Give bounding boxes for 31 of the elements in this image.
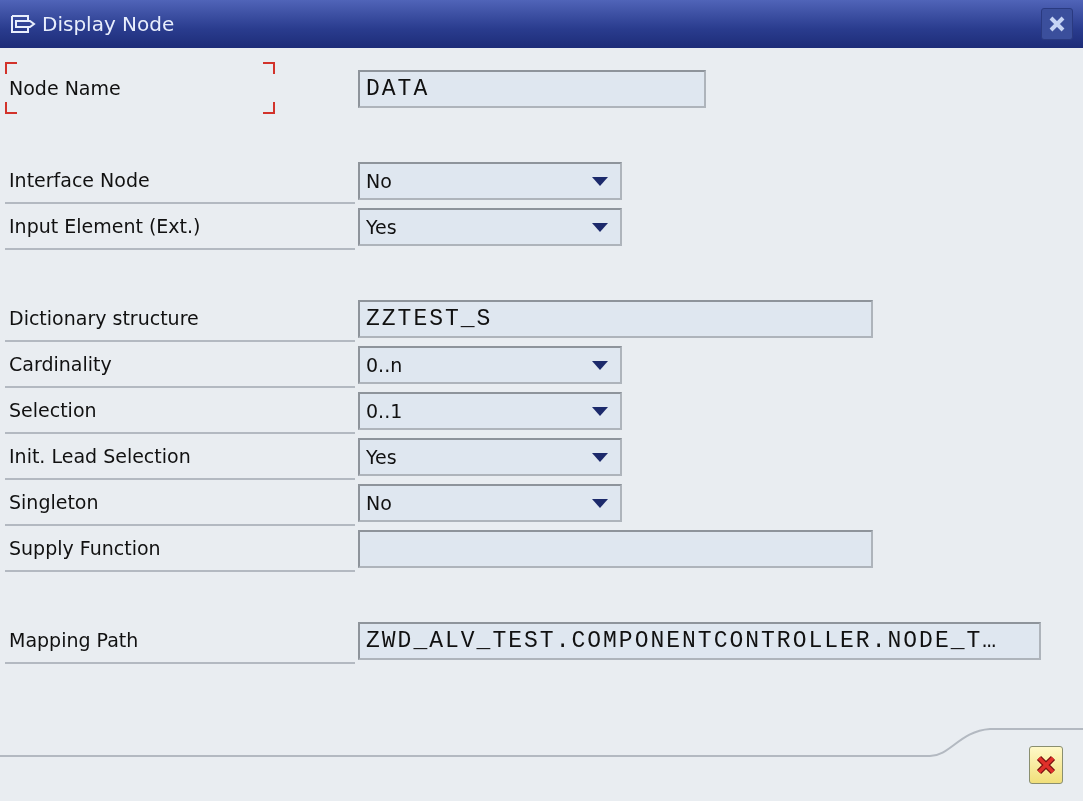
- caret-icon: [592, 176, 608, 186]
- dropdown-field[interactable]: 0..1: [358, 392, 622, 430]
- caret-icon: [592, 452, 608, 462]
- close-button[interactable]: [1041, 8, 1073, 40]
- caret-icon: [592, 498, 608, 508]
- dropdown-field[interactable]: No: [358, 484, 622, 522]
- cancel-button[interactable]: [1029, 746, 1063, 784]
- caret-icon: [592, 360, 608, 370]
- input-field[interactable]: ZZTEST_S: [358, 300, 873, 338]
- dropdown-field[interactable]: No: [358, 162, 622, 200]
- dropdown-field[interactable]: Yes: [358, 438, 622, 476]
- field-label: Init. Lead Selection: [5, 434, 355, 480]
- field-label: Mapping Path: [5, 618, 355, 664]
- field-label: Dictionary structure: [5, 296, 355, 342]
- cancel-icon: [1035, 754, 1057, 776]
- caret-icon: [592, 222, 608, 232]
- close-icon: [1048, 15, 1066, 33]
- document-icon: [10, 13, 36, 35]
- field-label: Selection: [5, 388, 355, 434]
- field-label: Interface Node: [5, 158, 355, 204]
- input-field[interactable]: DATA: [358, 70, 706, 108]
- field-label: Cardinality: [5, 342, 355, 388]
- field-label: Supply Function: [5, 526, 355, 572]
- input-field[interactable]: ZWD_ALV_TEST.COMPONENTCONTROLLER.NODE_T…: [358, 622, 1041, 660]
- caret-icon: [592, 406, 608, 416]
- field-label: Input Element (Ext.): [5, 204, 355, 250]
- field-label: Singleton: [5, 480, 355, 526]
- dropdown-field[interactable]: 0..n: [358, 346, 622, 384]
- dropdown-field[interactable]: Yes: [358, 208, 622, 246]
- window-title: Display Node: [42, 12, 175, 36]
- input-field[interactable]: [358, 530, 873, 568]
